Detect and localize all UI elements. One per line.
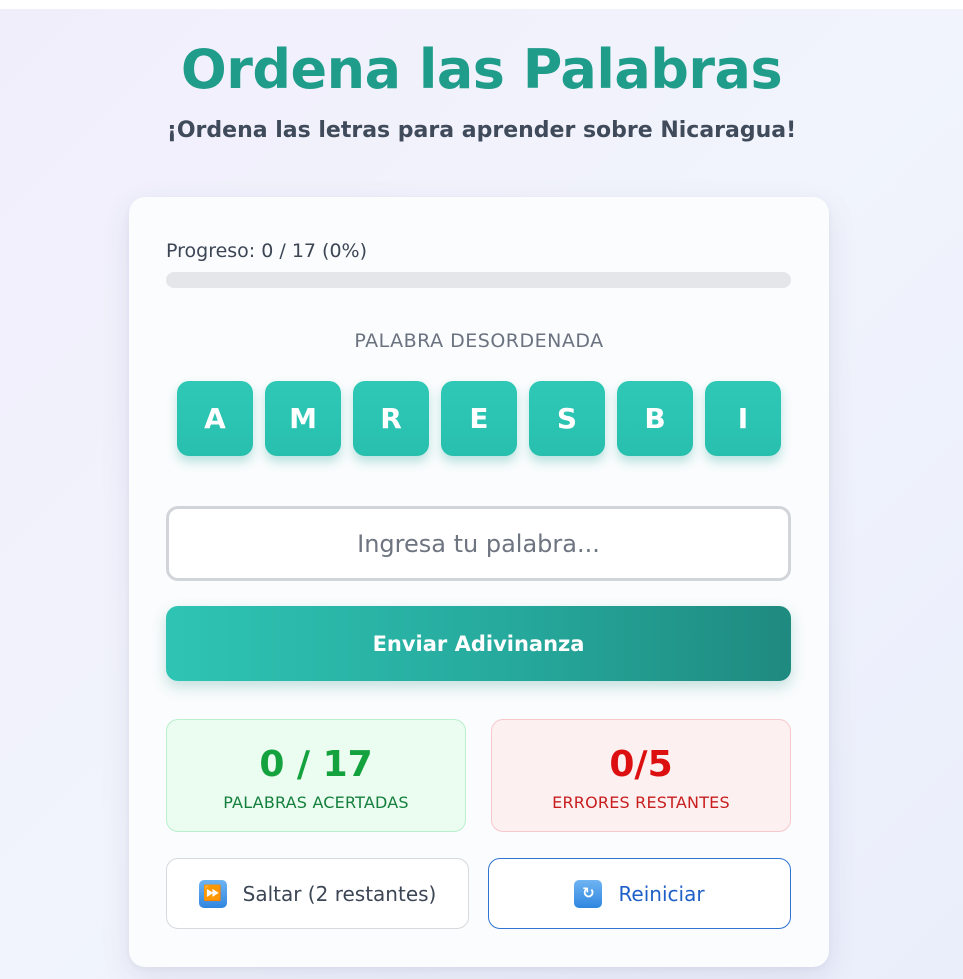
page-subtitle: ¡Ordena las letras para aprender sobre N… [166,118,797,143]
letter-tile[interactable]: R [353,381,429,456]
progress-bar [166,272,791,288]
submit-guess-button[interactable]: Enviar Adivinanza [166,606,791,681]
errors-remaining-value: 0/5 [609,744,673,785]
letter-tile[interactable]: M [265,381,341,456]
guess-input[interactable] [166,506,791,581]
scrambled-word-label: PALABRA DESORDENADA [354,330,604,352]
letter-tile[interactable]: B [617,381,693,456]
letter-tile[interactable]: I [705,381,781,456]
game-card: Progreso: 0 / 17 (0%) PALABRA DESORDENAD… [129,197,829,967]
fast-forward-icon: ⏩ [198,879,227,908]
correct-words-label: PALABRAS ACERTADAS [223,793,409,812]
reset-button-label: Reiniciar [618,881,705,906]
progress-label: Progreso: 0 / 17 (0%) [166,240,368,262]
letter-tiles: AMRESBI [129,381,829,456]
errors-remaining-stat: 0/5 ERRORES RESTANTES [491,719,791,832]
page-title: Ordena las Palabras [180,38,783,101]
refresh-icon: ↻ [574,879,603,908]
letter-tile[interactable]: A [177,381,253,456]
skip-button[interactable]: ⏩ Saltar (2 restantes) [166,858,469,929]
correct-words-stat: 0 / 17 PALABRAS ACERTADAS [166,719,466,832]
reset-button[interactable]: ↻ Reiniciar [488,858,791,929]
top-strip [0,0,963,9]
errors-remaining-label: ERRORES RESTANTES [552,793,730,812]
letter-tile[interactable]: E [441,381,517,456]
skip-button-label: Saltar (2 restantes) [242,881,437,906]
correct-words-value: 0 / 17 [259,744,373,785]
letter-tile[interactable]: S [529,381,605,456]
